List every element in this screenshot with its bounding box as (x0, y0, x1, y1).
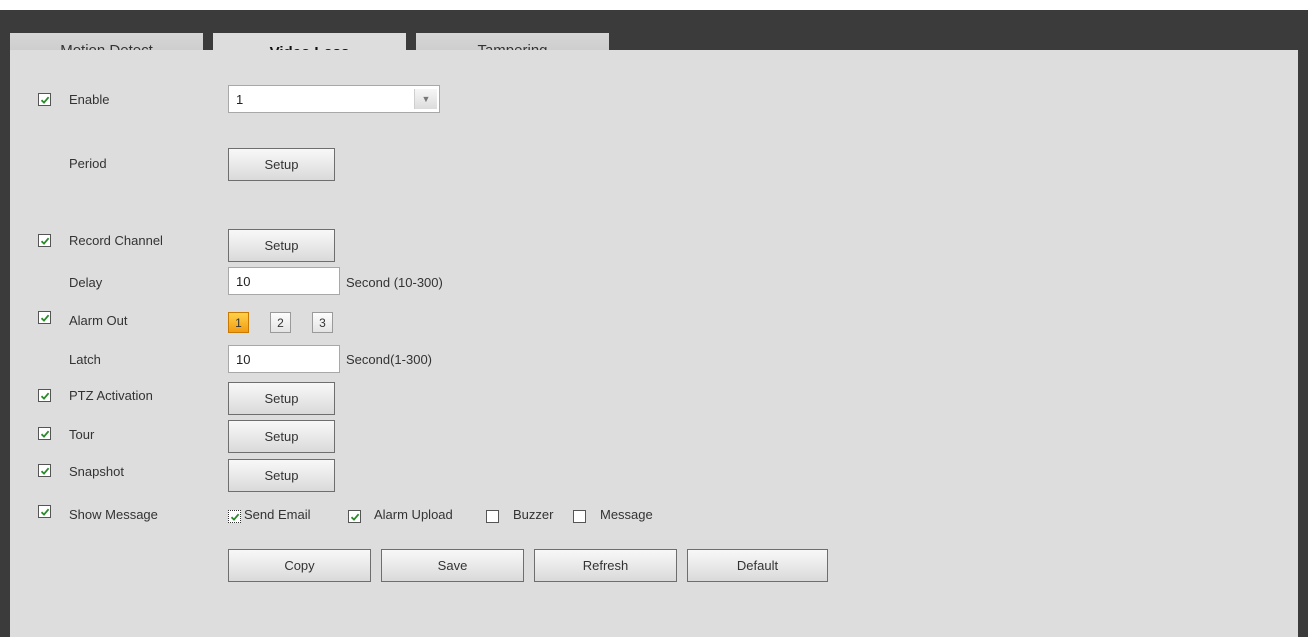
delay-input[interactable]: 10 (228, 267, 340, 295)
default-button[interactable]: Default (687, 549, 828, 582)
record-channel-checkbox[interactable] (38, 234, 51, 247)
delay-input-value: 10 (236, 273, 251, 289)
check-icon (40, 430, 49, 438)
channel-select-value: 1 (236, 91, 244, 107)
show-message-checkbox[interactable] (38, 505, 51, 518)
check-icon (40, 392, 49, 400)
check-icon (40, 508, 49, 516)
buzzer-label: Buzzer (513, 507, 554, 522)
check-icon (40, 467, 49, 475)
record-channel-label: Record Channel (69, 233, 163, 248)
snapshot-checkbox[interactable] (38, 464, 51, 477)
delay-unit: Second (10-300) (346, 275, 443, 290)
chevron-down-icon[interactable]: ▼ (414, 89, 437, 109)
enable-checkbox[interactable] (38, 93, 51, 106)
period-label: Period (69, 156, 107, 171)
refresh-button[interactable]: Refresh (534, 549, 677, 582)
alarm-out-2-button[interactable]: 2 (270, 312, 291, 333)
alarm-out-1-button[interactable]: 1 (228, 312, 249, 333)
alarm-upload-label: Alarm Upload (374, 507, 453, 522)
latch-input-value: 10 (236, 351, 251, 367)
alarm-out-3-button[interactable]: 3 (312, 312, 333, 333)
save-button[interactable]: Save (381, 549, 524, 582)
channel-select[interactable]: 1 ▼ (228, 85, 440, 113)
check-icon (350, 513, 359, 521)
alarm-out-label: Alarm Out (69, 313, 128, 328)
alarm-out-checkbox[interactable] (38, 311, 51, 324)
ptz-activation-checkbox[interactable] (38, 389, 51, 402)
message-label: Message (600, 507, 653, 522)
check-icon (230, 513, 239, 521)
tour-checkbox[interactable] (38, 427, 51, 440)
settings-panel: Enable 1 ▼ Period Setup Record Channel S… (10, 50, 1298, 637)
delay-label: Delay (69, 275, 103, 290)
message-checkbox[interactable] (573, 510, 586, 523)
latch-label: Latch (69, 352, 101, 367)
snapshot-setup-button[interactable]: Setup (228, 459, 335, 492)
ptz-activation-label: PTZ Activation (69, 388, 153, 403)
buzzer-checkbox[interactable] (486, 510, 499, 523)
record-channel-setup-button[interactable]: Setup (228, 229, 335, 262)
send-email-label: Send Email (244, 507, 311, 522)
tour-setup-button[interactable]: Setup (228, 420, 335, 453)
latch-input[interactable]: 10 (228, 345, 340, 373)
enable-label: Enable (69, 92, 110, 107)
latch-unit: Second(1-300) (346, 352, 432, 367)
check-icon (40, 96, 49, 104)
show-message-label: Show Message (69, 507, 158, 522)
check-icon (40, 237, 49, 245)
alarm-upload-checkbox[interactable] (348, 510, 361, 523)
period-setup-button[interactable]: Setup (228, 148, 335, 181)
copy-button[interactable]: Copy (228, 549, 371, 582)
snapshot-label: Snapshot (69, 464, 124, 479)
ptz-activation-setup-button[interactable]: Setup (228, 382, 335, 415)
check-icon (40, 314, 49, 322)
tour-label: Tour (69, 427, 95, 442)
send-email-checkbox[interactable] (228, 510, 241, 523)
